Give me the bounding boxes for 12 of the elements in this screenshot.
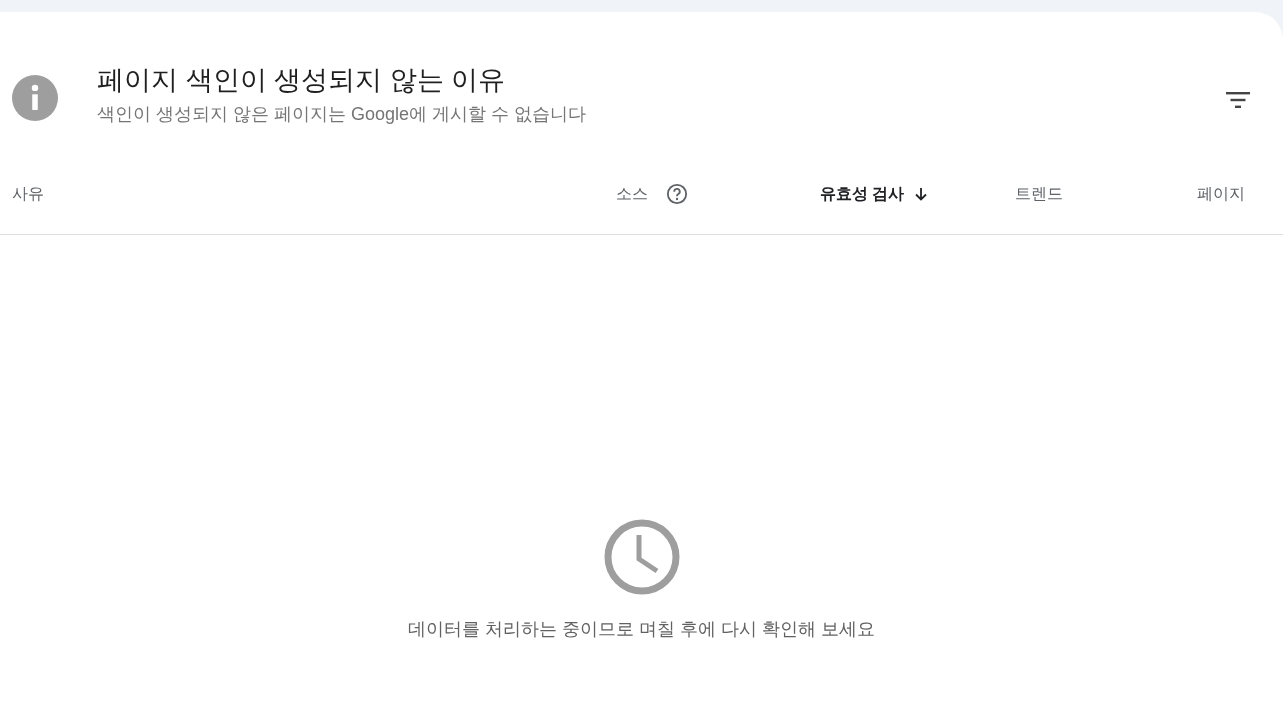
help-icon[interactable] xyxy=(666,183,688,205)
filter-icon[interactable] xyxy=(1226,92,1250,108)
card-subtitle: 색인이 생성되지 않은 페이지는 Google에 게시할 수 없습니다 xyxy=(97,103,588,126)
column-header[interactable]: 트렌드 xyxy=(1015,183,1063,205)
column-header[interactable]: 페이지 xyxy=(1197,183,1245,205)
empty-state-message: 데이터를 처리하는 중이므로 며칠 후에 다시 확인해 보세요 xyxy=(408,618,875,641)
card-title: 페이지 색인이 생성되지 않는 이유 xyxy=(97,64,506,97)
sort-arrow-icon[interactable] xyxy=(914,187,928,201)
column-header[interactable]: 소스 xyxy=(616,183,648,205)
info-icon xyxy=(10,75,60,121)
column-header[interactable]: 유효성 검사 xyxy=(819,183,904,205)
column-header[interactable]: 사유 xyxy=(12,183,44,205)
